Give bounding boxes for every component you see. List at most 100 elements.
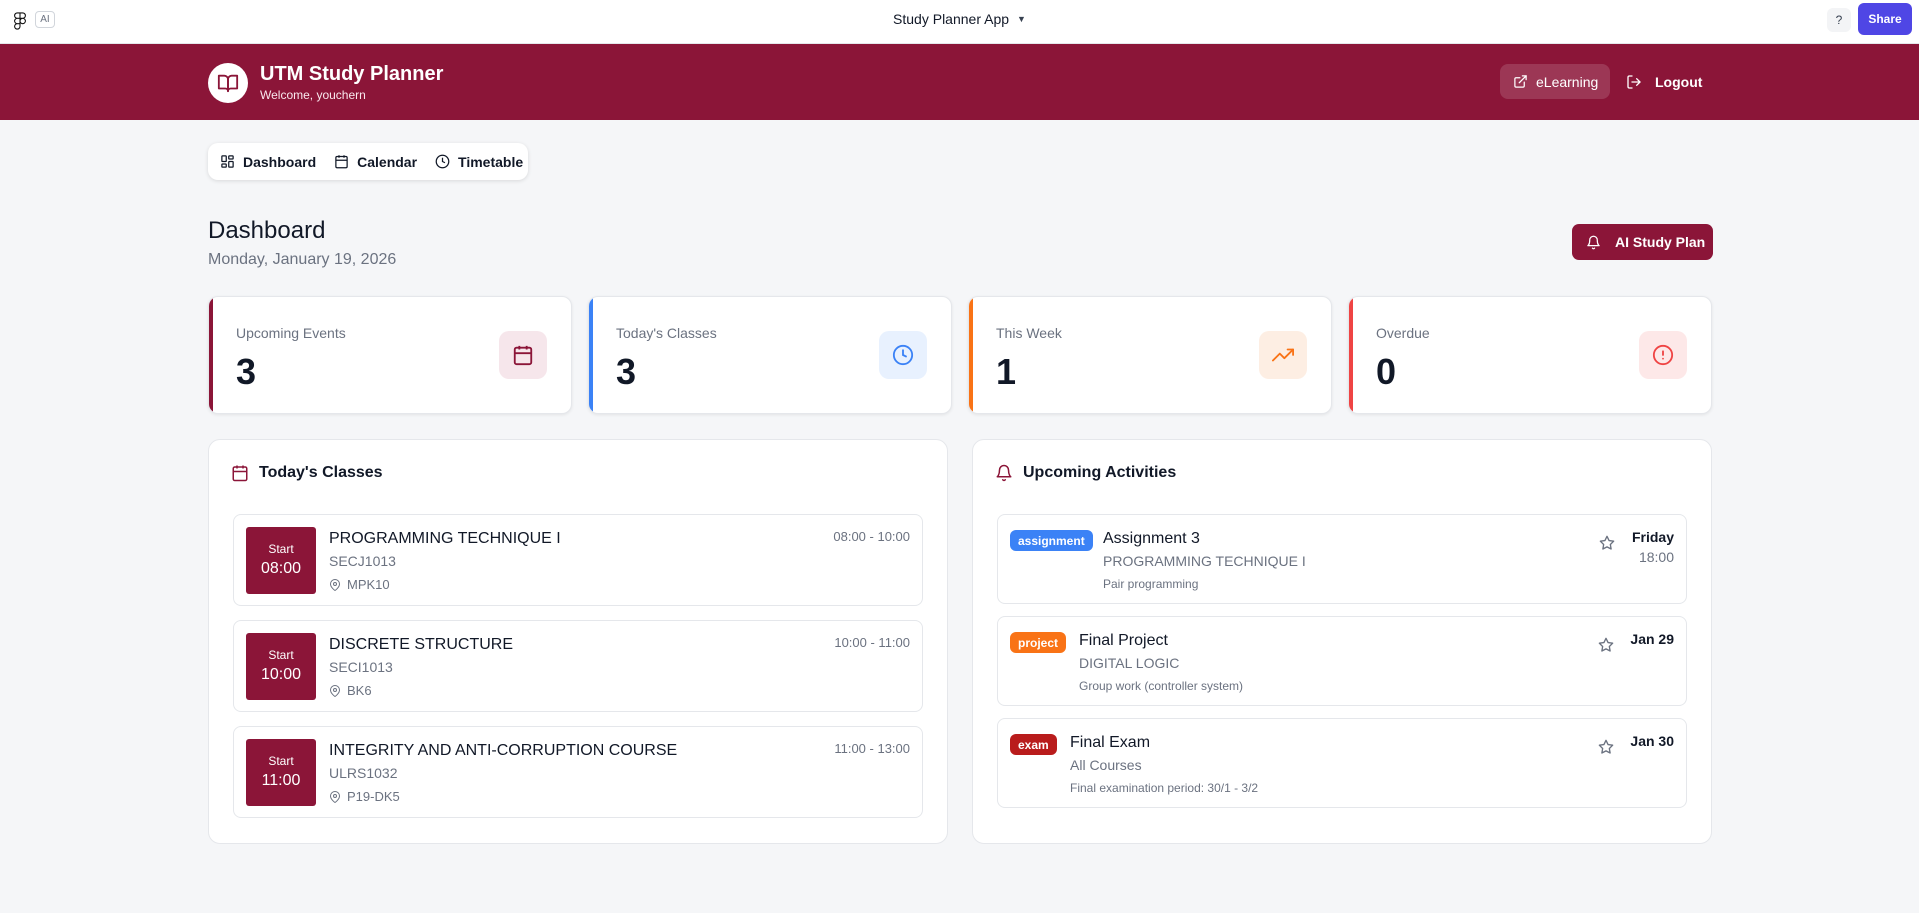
class-room-label: MPK10 bbox=[347, 577, 390, 592]
stat-label: Today's Classes bbox=[616, 325, 717, 341]
stat-card-todays-classes: Today's Classes 3 bbox=[588, 296, 952, 414]
stat-label: This Week bbox=[996, 325, 1062, 341]
stat-label: Overdue bbox=[1376, 325, 1430, 341]
nav-dashboard[interactable]: Dashboard bbox=[220, 154, 316, 170]
class-room: MPK10 bbox=[329, 577, 390, 592]
star-icon[interactable] bbox=[1598, 637, 1614, 653]
activity-title: Final Project bbox=[1079, 632, 1168, 649]
external-link-icon bbox=[1514, 75, 1527, 88]
star-icon[interactable] bbox=[1598, 739, 1614, 755]
panel-title-label: Upcoming Activities bbox=[1023, 464, 1177, 481]
logout-icon bbox=[1627, 74, 1641, 89]
activity-row[interactable]: assignment Assignment 3 PROGRAMMING TECH… bbox=[997, 514, 1687, 604]
stat-accent-bar bbox=[969, 297, 973, 413]
app-title-dropdown[interactable]: Study Planner App ▼ bbox=[0, 11, 1919, 27]
todays-classes-title: Today's Classes bbox=[231, 464, 383, 482]
stat-card-upcoming-events: Upcoming Events 3 bbox=[208, 296, 572, 414]
nav-dashboard-label: Dashboard bbox=[243, 153, 317, 170]
stat-icon-box bbox=[499, 331, 547, 379]
stat-accent-bar bbox=[209, 297, 213, 413]
start-label: Start bbox=[268, 648, 294, 662]
page-date: Monday, January 19, 2026 bbox=[208, 251, 397, 268]
start-time: 08:00 bbox=[260, 560, 302, 577]
map-pin-icon bbox=[329, 578, 341, 591]
bell-icon bbox=[996, 464, 1012, 482]
brand-title: UTM Study Planner bbox=[260, 63, 444, 85]
class-start-box: Start 08:00 bbox=[246, 527, 316, 594]
star-icon[interactable] bbox=[1599, 535, 1615, 551]
bell-icon bbox=[1587, 235, 1600, 249]
start-label: Start bbox=[268, 754, 294, 768]
class-start-box: Start 11:00 bbox=[246, 739, 316, 806]
activity-note: Final examination period: 30/1 - 3/2 bbox=[1070, 781, 1259, 795]
activity-row[interactable]: exam Final Exam All Courses Final examin… bbox=[997, 718, 1687, 808]
map-pin-icon bbox=[329, 790, 341, 803]
stat-accent-bar bbox=[1349, 297, 1353, 413]
clock-icon bbox=[435, 154, 450, 169]
activity-course: PROGRAMMING TECHNIQUE I bbox=[1103, 553, 1306, 569]
activity-course: DIGITAL LOGIC bbox=[1079, 655, 1180, 671]
main-nav: Dashboard Calendar Timetable bbox=[208, 143, 528, 180]
help-button[interactable]: ? bbox=[1827, 8, 1851, 32]
activity-due: Jan 29 bbox=[1630, 631, 1674, 651]
elearning-button[interactable]: eLearning bbox=[1500, 64, 1610, 99]
start-time: 10:00 bbox=[260, 666, 302, 683]
class-code: SECJ1013 bbox=[329, 553, 396, 569]
class-room: P19-DK5 bbox=[329, 789, 400, 804]
stat-accent-bar bbox=[589, 297, 593, 413]
activity-type-badge: exam bbox=[1010, 734, 1057, 755]
stat-value: 0 bbox=[1376, 351, 1397, 392]
nav-calendar-label: Calendar bbox=[357, 153, 418, 170]
elearning-label: eLearning bbox=[1536, 73, 1599, 90]
ai-study-plan-label: AI Study Plan bbox=[1615, 234, 1706, 250]
logout-label: Logout bbox=[1655, 73, 1703, 90]
class-room-label: BK6 bbox=[347, 683, 372, 698]
trending-up-icon bbox=[1272, 348, 1294, 362]
panel-title-label: Today's Classes bbox=[259, 464, 383, 481]
stat-value: 1 bbox=[996, 351, 1017, 392]
activity-due: Friday 18:00 bbox=[1632, 529, 1674, 565]
class-room: BK6 bbox=[329, 683, 372, 698]
figma-toolbar: AI Study Planner App ▼ ? Share bbox=[0, 0, 1919, 44]
app-title-label: Study Planner App bbox=[893, 11, 1010, 27]
calendar-icon bbox=[232, 465, 248, 482]
activity-row[interactable]: project Final Project DIGITAL LOGIC Grou… bbox=[997, 616, 1687, 706]
chevron-down-icon: ▼ bbox=[1017, 14, 1026, 24]
class-name: PROGRAMMING TECHNIQUE I bbox=[329, 530, 561, 547]
book-open-icon bbox=[217, 74, 239, 93]
class-name: INTEGRITY AND ANTI-CORRUPTION COURSE bbox=[329, 742, 678, 759]
class-name: DISCRETE STRUCTURE bbox=[329, 636, 514, 653]
stat-icon-box bbox=[1639, 331, 1687, 379]
calendar-icon bbox=[335, 155, 348, 169]
stat-card-this-week: This Week 1 bbox=[968, 296, 1332, 414]
stat-value: 3 bbox=[616, 351, 637, 392]
share-button[interactable]: Share bbox=[1858, 3, 1912, 35]
activity-type-badge: project bbox=[1010, 632, 1067, 653]
alert-circle-icon bbox=[1652, 344, 1674, 366]
stat-card-overdue: Overdue 0 bbox=[1348, 296, 1712, 414]
brand-logo bbox=[208, 63, 248, 103]
nav-timetable[interactable]: Timetable bbox=[435, 154, 523, 170]
class-code: ULRS1032 bbox=[329, 765, 398, 781]
class-time: 10:00 - 11:00 bbox=[834, 635, 910, 650]
activity-note: Pair programming bbox=[1103, 577, 1199, 591]
page-title: Dashboard bbox=[208, 217, 326, 244]
class-start-box: Start 10:00 bbox=[246, 633, 316, 700]
ai-study-plan-button[interactable]: AI Study Plan bbox=[1572, 224, 1713, 260]
start-time: 11:00 bbox=[261, 772, 301, 789]
class-row[interactable]: Start 08:00 PROGRAMMING TECHNIQUE I SECJ… bbox=[233, 514, 923, 606]
nav-calendar[interactable]: Calendar bbox=[334, 154, 417, 170]
activity-due-date: Friday bbox=[1631, 529, 1674, 545]
class-row[interactable]: Start 10:00 DISCRETE STRUCTURE SECI1013 … bbox=[233, 620, 923, 712]
class-row[interactable]: Start 11:00 INTEGRITY AND ANTI-CORRUPTIO… bbox=[233, 726, 923, 818]
stat-icon-box bbox=[1259, 331, 1307, 379]
stat-label: Upcoming Events bbox=[236, 325, 346, 341]
upcoming-activities-title: Upcoming Activities bbox=[995, 464, 1176, 482]
activity-due: Jan 30 bbox=[1630, 733, 1674, 753]
nav-timetable-label: Timetable bbox=[458, 153, 524, 170]
activity-title: Final Exam bbox=[1070, 734, 1151, 751]
welcome-text: Welcome, youchern bbox=[260, 88, 366, 102]
activity-due-time: 18:00 bbox=[1638, 549, 1674, 565]
logout-button[interactable]: Logout bbox=[1626, 64, 1706, 99]
stat-icon-box bbox=[879, 331, 927, 379]
